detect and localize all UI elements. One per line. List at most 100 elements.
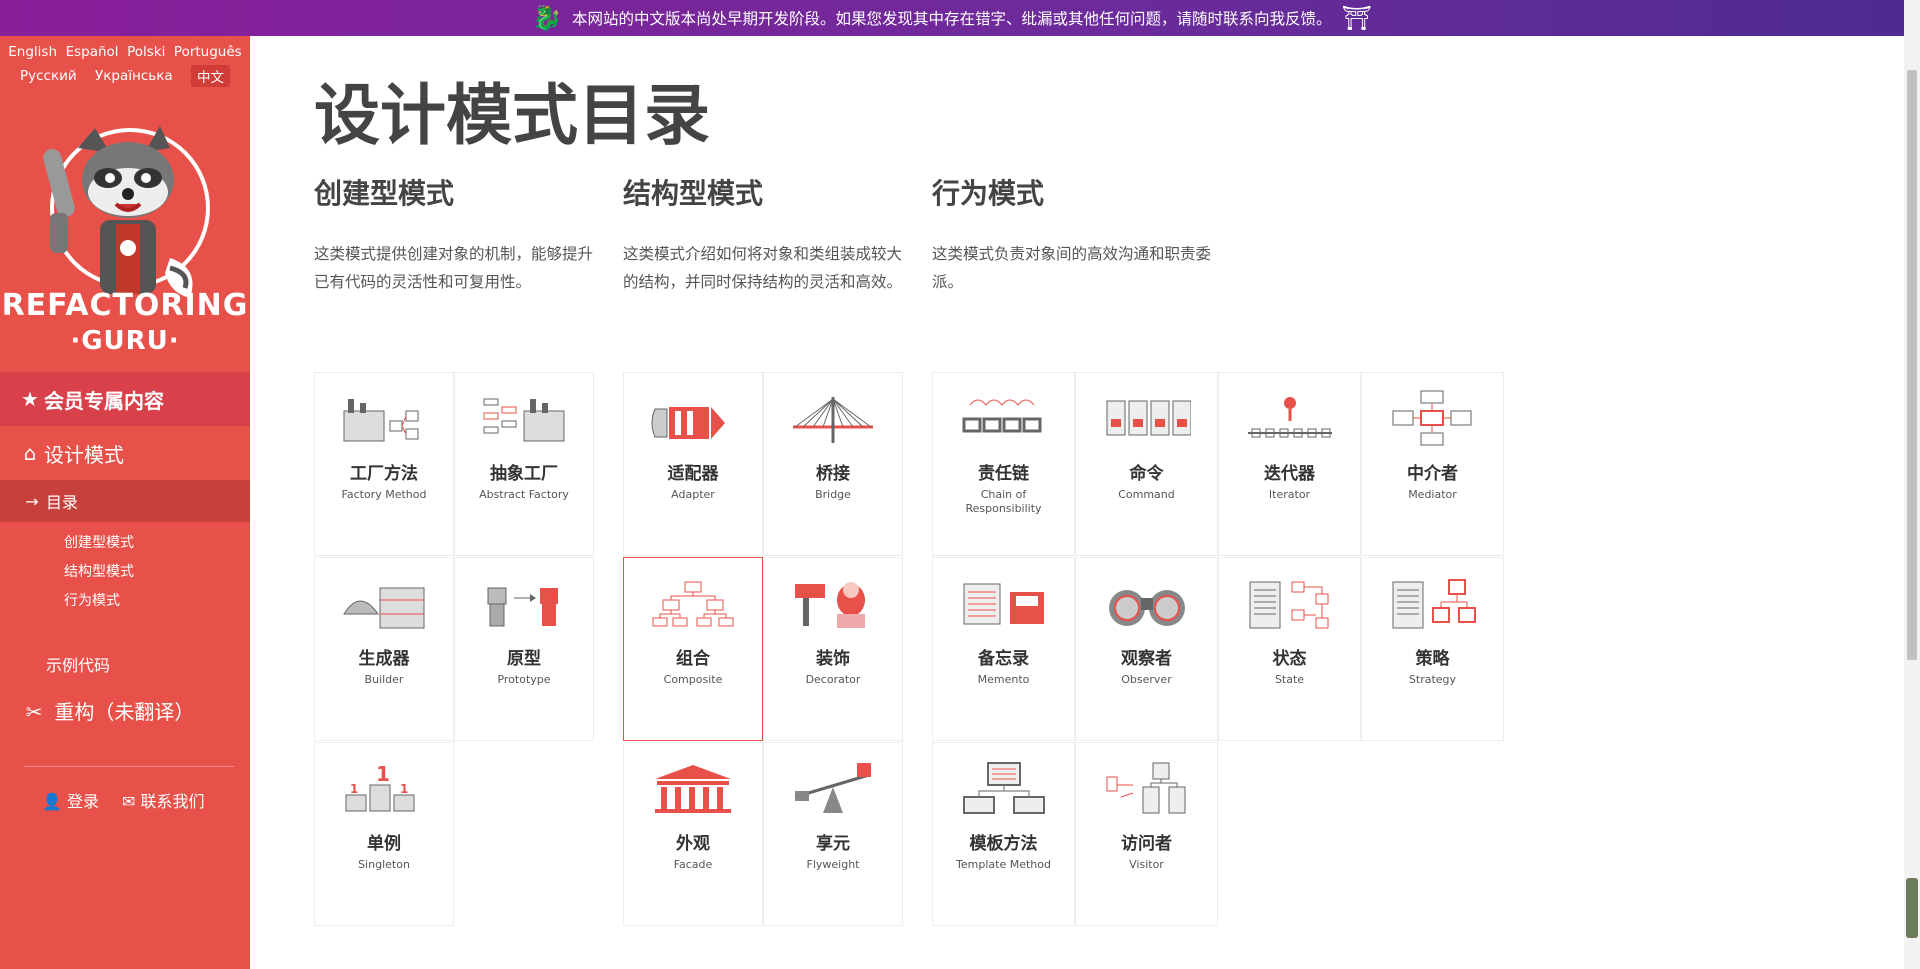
- pattern-name-zh: 适配器: [667, 464, 719, 484]
- pattern-name-en: Decorator: [805, 673, 861, 686]
- nav-creational[interactable]: 创建型模式: [64, 532, 134, 552]
- decorator-icon: [795, 582, 865, 628]
- pattern-card-bridge[interactable]: 桥接 Bridge: [763, 372, 903, 556]
- pattern-name-en: Template Method: [956, 858, 1051, 871]
- pattern-card-adapter[interactable]: 适配器 Adapter: [623, 372, 763, 556]
- memento-icon: [963, 583, 1044, 625]
- pattern-name-zh: 原型: [507, 649, 541, 669]
- pattern-name-zh: 抽象工厂: [490, 464, 558, 484]
- pattern-name-zh: 访问者: [1121, 834, 1172, 854]
- brand-subname: ·GURU·: [70, 326, 180, 356]
- pattern-card-facade[interactable]: 外观 Facade: [623, 742, 763, 926]
- pattern-card-strategy[interactable]: 策略 Strategy: [1361, 557, 1504, 741]
- pattern-card-iterator[interactable]: 迭代器 Iterator: [1218, 372, 1361, 556]
- dragon-icon: 🐉: [532, 4, 562, 32]
- pattern-card-builder[interactable]: 生成器 Builder: [314, 557, 454, 741]
- iterator-icon: [1247, 397, 1332, 438]
- scissors-icon: ✂: [25, 700, 43, 724]
- brand-name: REFACTORING: [1, 288, 249, 323]
- announcement-banner: 🐉 本网站的中文版本尚处早期开发阶段。如果您发现其中存在错字、纰漏或其他任何问题…: [0, 0, 1904, 36]
- creational-grid: 工厂方法 Factory Method 抽象工厂 Abstract Factory 生成…: [314, 372, 594, 927]
- pattern-name-zh: 桥接: [816, 464, 850, 484]
- pattern-name-en: Chain of Responsibility: [965, 488, 1042, 515]
- pattern-name-en: Observer: [1121, 673, 1172, 686]
- pattern-card-state[interactable]: 状态 State: [1218, 557, 1361, 741]
- login-label: 登录: [67, 792, 100, 811]
- page-scrollbar[interactable]: [1904, 0, 1920, 969]
- pattern-card-mediator[interactable]: 中介者 Mediator: [1361, 372, 1504, 556]
- sidebar-divider: [24, 766, 234, 767]
- language-switcher: English Español Polski Português Русский…: [0, 40, 250, 88]
- lang-polish[interactable]: Polski: [127, 44, 165, 60]
- contact-link[interactable]: ✉ 联系我们: [122, 788, 205, 812]
- pattern-card-flyweight[interactable]: 享元 Flyweight: [763, 742, 903, 926]
- pattern-card-memento[interactable]: 备忘录 Memento: [932, 557, 1075, 741]
- pattern-name-zh: 备忘录: [978, 649, 1029, 669]
- nav-patterns-label: 设计模式: [44, 442, 124, 467]
- sidebar: English Español Polski Português Русский…: [0, 36, 250, 969]
- pattern-name-zh: 工厂方法: [350, 464, 418, 484]
- nav-catalog[interactable]: → 目录: [0, 480, 250, 522]
- pattern-name-zh: 观察者: [1121, 649, 1172, 669]
- structural-grid: 适配器 Adapter 桥接 Bridge 组合 Composite 装饰 Decorator…: [623, 372, 903, 927]
- lang-chinese[interactable]: 中文: [190, 65, 230, 87]
- creational-title: 创建型模式: [314, 177, 455, 210]
- behavioral-grid: 责任链 Chain of Responsibility 命令 Command 迭代器 It…: [932, 372, 1504, 927]
- pattern-card-decorator[interactable]: 装饰 Decorator: [763, 557, 903, 741]
- lang-english[interactable]: English: [8, 44, 57, 60]
- lang-spanish[interactable]: Español: [66, 44, 119, 60]
- nav-refactoring-label: 重构（未翻译）: [54, 700, 195, 724]
- user-icon: 👤: [42, 792, 62, 811]
- nav-code-examples[interactable]: 示例代码: [46, 652, 110, 676]
- lang-ukrainian[interactable]: Українська: [95, 68, 173, 84]
- pattern-card-prototype[interactable]: 原型 Prototype: [454, 557, 594, 741]
- lang-russian[interactable]: Русский: [20, 68, 77, 84]
- nav-refactoring[interactable]: ✂ 重构（未翻译）: [20, 696, 195, 725]
- pattern-name-en: Singleton: [358, 858, 410, 871]
- nav-design-patterns[interactable]: ⌂ 设计模式: [0, 426, 250, 480]
- singleton-icon: 11 1: [345, 762, 415, 812]
- pattern-name-zh: 责任链: [978, 464, 1029, 484]
- pattern-card-command[interactable]: 命令 Command: [1075, 372, 1218, 556]
- pattern-card-chain-of-responsibility[interactable]: 责任链 Chain of Responsibility: [932, 372, 1075, 556]
- pattern-card-visitor[interactable]: 访问者 Visitor: [1075, 742, 1218, 926]
- pattern-name-zh: 生成器: [358, 649, 410, 669]
- arrow-right-icon: →: [25, 491, 39, 511]
- pattern-name-zh: 迭代器: [1264, 464, 1315, 484]
- pattern-name-zh: 策略: [1415, 649, 1450, 669]
- pattern-name-en: Composite: [663, 673, 723, 686]
- factory-method-icon: [343, 399, 419, 442]
- abstract-factory-icon: [483, 398, 565, 442]
- pattern-card-abstract-factory[interactable]: 抽象工厂 Abstract Factory: [454, 372, 594, 556]
- flyweight-icon: [794, 763, 871, 813]
- visitor-icon: [1106, 762, 1185, 814]
- state-icon: [1249, 581, 1328, 629]
- login-link[interactable]: 👤 登录: [42, 788, 99, 812]
- pattern-card-composite[interactable]: 组合 Composite: [623, 557, 763, 741]
- pattern-name-en: Factory Method: [341, 488, 427, 501]
- side-widget[interactable]: [1906, 878, 1918, 938]
- pattern-name-en: Facade: [673, 858, 713, 871]
- nav-structural[interactable]: 结构型模式: [64, 561, 134, 581]
- pagoda-icon: ⛩: [1341, 4, 1372, 32]
- behavioral-title: 行为模式: [932, 177, 1045, 210]
- composite-icon: [652, 581, 734, 627]
- pattern-name-zh: 装饰: [816, 649, 850, 669]
- lang-portuguese[interactable]: Português: [174, 44, 242, 60]
- pattern-card-observer[interactable]: 观察者 Observer: [1075, 557, 1218, 741]
- pattern-name-en: Mediator: [1408, 488, 1457, 501]
- pattern-name-en: Adapter: [671, 488, 715, 501]
- nav-premium-content[interactable]: ★ 会员专属内容: [0, 372, 250, 426]
- contact-label: 联系我们: [140, 792, 205, 811]
- pattern-card-singleton[interactable]: 1 1 1 单例 Singleton: [314, 742, 454, 926]
- svg-text:1: 1: [350, 782, 358, 796]
- raccoon-mascot-logo[interactable]: [20, 108, 230, 318]
- builder-icon: [343, 587, 425, 629]
- pattern-name-en: Builder: [364, 673, 404, 686]
- scrollbar-thumb[interactable]: [1907, 70, 1917, 660]
- pattern-card-template-method[interactable]: 模板方法 Template Method: [932, 742, 1075, 926]
- nav-behavioral[interactable]: 行为模式: [64, 590, 120, 610]
- pattern-name-en: State: [1274, 673, 1305, 686]
- observer-icon: [1108, 590, 1185, 626]
- pattern-card-factory-method[interactable]: 工厂方法 Factory Method: [314, 372, 454, 556]
